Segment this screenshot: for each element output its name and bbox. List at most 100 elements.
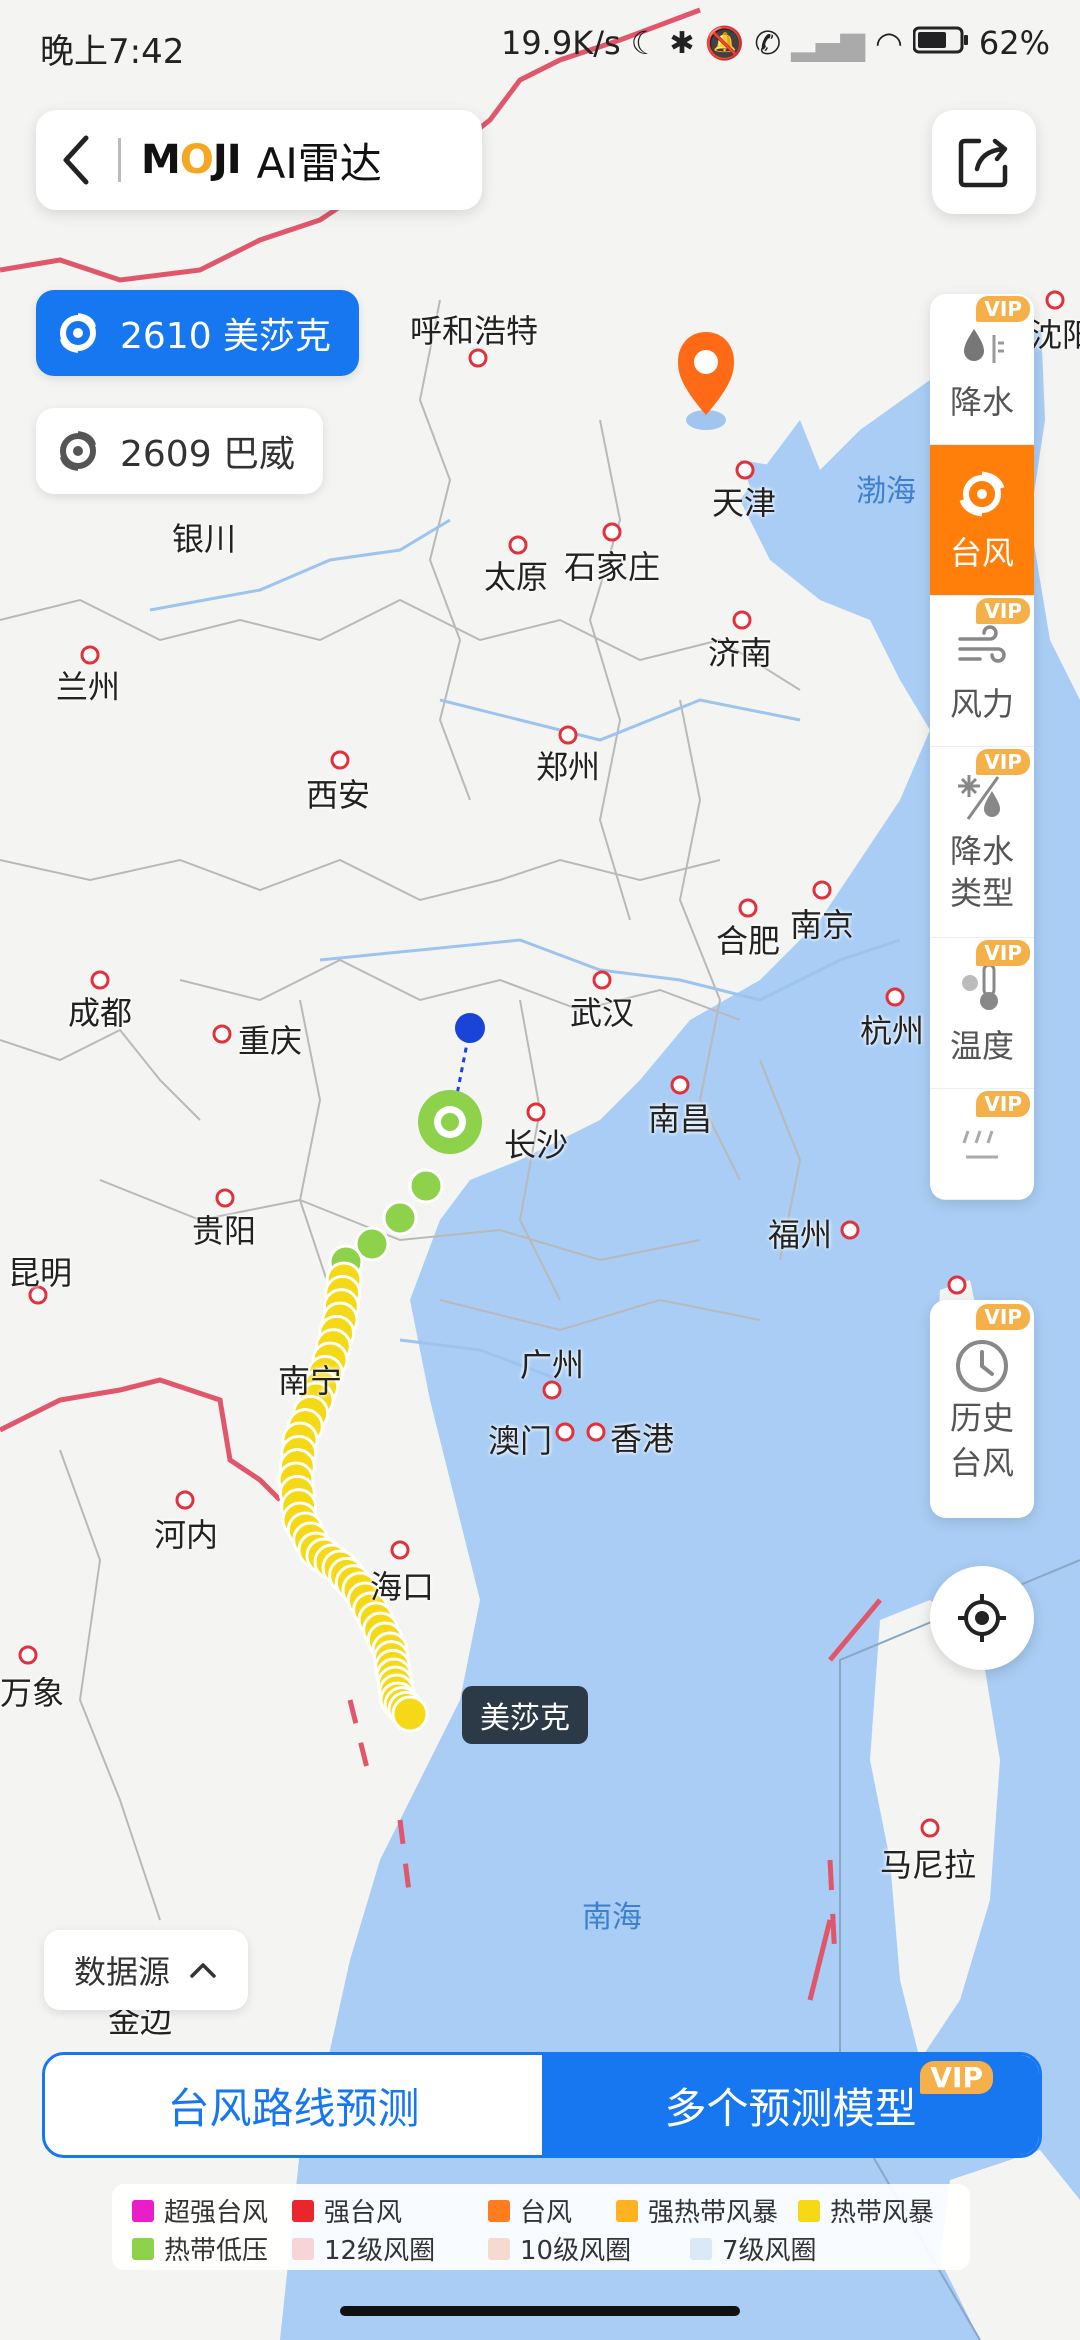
city-label: 成都 (68, 994, 133, 1032)
legend-swatch (292, 2237, 314, 2260)
typhoon-icon (60, 431, 96, 471)
legend-item: 超强台风 (132, 2192, 292, 2229)
layer-precipitation[interactable]: VIP 降水 (930, 294, 1034, 445)
legend-label: 热带风暴 (830, 2198, 935, 2228)
call-icon: ✆ (754, 24, 782, 62)
legend-item: 12级风圈 (292, 2230, 488, 2267)
history-label-1: 历史 (949, 1399, 1014, 1437)
legend-item: 7级风圈 (690, 2230, 870, 2267)
layer-temperature[interactable]: VIP 温度 (930, 938, 1034, 1089)
moji-logo: MOJI (141, 137, 242, 183)
vip-badge: VIP (976, 940, 1030, 966)
tab-multi-model[interactable]: 多个预测模型 VIP (542, 2055, 1039, 2155)
status-bar-right: 19.9K/s ☾ ✱ 🔕 ✆ ▂▄▆ ◠ 62% (501, 24, 1050, 62)
typhoon-icon (60, 313, 96, 353)
tab-multi-model-label: 多个预测模型 (664, 2083, 917, 2133)
typhoon-tab[interactable]: 2609 巴威 (36, 408, 324, 494)
legend-item: 热带低压 (132, 2230, 292, 2267)
legend-label: 热带低压 (164, 2236, 269, 2266)
typhoon-name-callout[interactable]: 美莎克 (462, 1686, 588, 1744)
legend-item: 热带风暴 (798, 2192, 958, 2229)
back-icon[interactable] (36, 110, 116, 210)
battery-icon (912, 24, 969, 62)
layer-rain-radar[interactable]: VIP (930, 1089, 1034, 1200)
city-label: 天津 (712, 484, 777, 522)
legend-swatch (798, 2199, 820, 2222)
bluetooth-icon: ✱ (669, 25, 695, 61)
city-label: 长沙 (504, 1126, 569, 1164)
layer-precip-type[interactable]: VIP 降水 类型 (930, 747, 1034, 938)
data-source-label: 数据源 (74, 1953, 171, 1991)
mute-icon: 🔕 (704, 24, 745, 62)
city-label: 香港 (610, 1420, 675, 1458)
city-label: 呼和浩特 (410, 312, 539, 350)
city-label: 重庆 (238, 1022, 303, 1060)
city-label: 石家庄 (564, 548, 661, 586)
city-label: 兰州 (56, 668, 121, 706)
city-label: 银川 (172, 520, 237, 558)
city-label: 合肥 (716, 922, 781, 960)
track-point[interactable] (391, 1695, 429, 1733)
city-label: 武汉 (570, 994, 635, 1032)
moon-icon: ☾ (630, 24, 660, 62)
crosshair-icon (958, 1594, 1006, 1642)
battery-level: 62% (978, 24, 1050, 62)
typhoon-tab-active[interactable]: 2610 美莎克 (36, 290, 360, 376)
city-label: 马尼拉 (880, 1846, 977, 1884)
app-header: MOJI AI雷达 (36, 110, 482, 210)
locate-button[interactable] (930, 1566, 1034, 1670)
forecast-tabs: 台风路线预测 多个预测模型 VIP (42, 2052, 1042, 2158)
intensity-legend: 超强台风 强台风 台风 强热带风暴 热带风暴 热带低压 12级风圈 10级风圈 7级风圈 (112, 2184, 970, 2270)
legend-item: 强热带风暴 (616, 2192, 798, 2229)
layer-wind[interactable]: VIP 风力 (930, 596, 1034, 747)
layer-panel: VIP 降水 台风 VIP 风力 VIP 降水 类型 VIP 温度 VIP (930, 294, 1034, 1200)
status-time: 晚上7:42 (40, 32, 185, 72)
layer-label: 温度 (949, 1027, 1014, 1065)
tab-route-forecast[interactable]: 台风路线预测 (45, 2055, 542, 2155)
city-label: 南京 (790, 906, 855, 944)
legend-swatch (132, 2199, 154, 2222)
thermometer-icon (962, 963, 998, 1010)
clock-icon (956, 1340, 1008, 1392)
legend-item: 台风 (488, 2192, 616, 2229)
city-label: 杭州 (860, 1012, 925, 1050)
city-label: 沈阳 (1030, 316, 1080, 354)
typhoon-tab-label: 2609 巴威 (120, 434, 296, 475)
vip-badge: VIP (976, 296, 1030, 322)
city-label: 福州 (768, 1216, 833, 1254)
wind-icon (958, 625, 1006, 663)
city-label: 南昌 (648, 1100, 713, 1138)
legend-swatch (690, 2237, 712, 2260)
legend-label: 7级风圈 (722, 2236, 817, 2266)
header-divider (118, 138, 121, 182)
signal-icon: ▂▄▆ (791, 24, 865, 62)
legend-label: 台风 (520, 2198, 573, 2228)
legend-label: 强台风 (324, 2198, 403, 2228)
vip-badge: VIP (976, 1091, 1030, 1117)
legend-swatch (616, 2199, 638, 2222)
city-label: 贵阳 (192, 1212, 257, 1250)
share-button[interactable] (932, 110, 1036, 214)
legend-item: 10级风圈 (488, 2230, 690, 2267)
city-label: 郑州 (536, 748, 601, 786)
vip-badge: VIP (976, 749, 1030, 775)
city-label: 昆明 (8, 1254, 73, 1292)
city-label: 澳门 (488, 1422, 553, 1460)
legend-label: 10级风圈 (520, 2236, 632, 2266)
legend-label: 12级风圈 (324, 2236, 436, 2266)
data-source-button[interactable]: 数据源 (44, 1930, 249, 2010)
legend-label: 强热带风暴 (648, 2198, 779, 2228)
layer-label: 风力 (949, 685, 1014, 723)
vip-badge: VIP (976, 1304, 1030, 1330)
city-label: 南宁 (278, 1362, 343, 1400)
legend-swatch (132, 2237, 154, 2260)
typhoon-tab-label: 2610 美莎克 (120, 316, 332, 357)
wifi-icon: ◠ (874, 24, 903, 62)
city-label: 太原 (484, 558, 549, 596)
layer-typhoon[interactable]: 台风 (930, 445, 1034, 596)
legend-label: 超强台风 (164, 2198, 269, 2228)
history-typhoon-button[interactable]: VIP 历史 台风 (930, 1300, 1034, 1518)
city-label: 广州 (520, 1346, 585, 1384)
home-indicator[interactable] (340, 2306, 740, 2316)
typhoon-icon (959, 471, 1005, 517)
